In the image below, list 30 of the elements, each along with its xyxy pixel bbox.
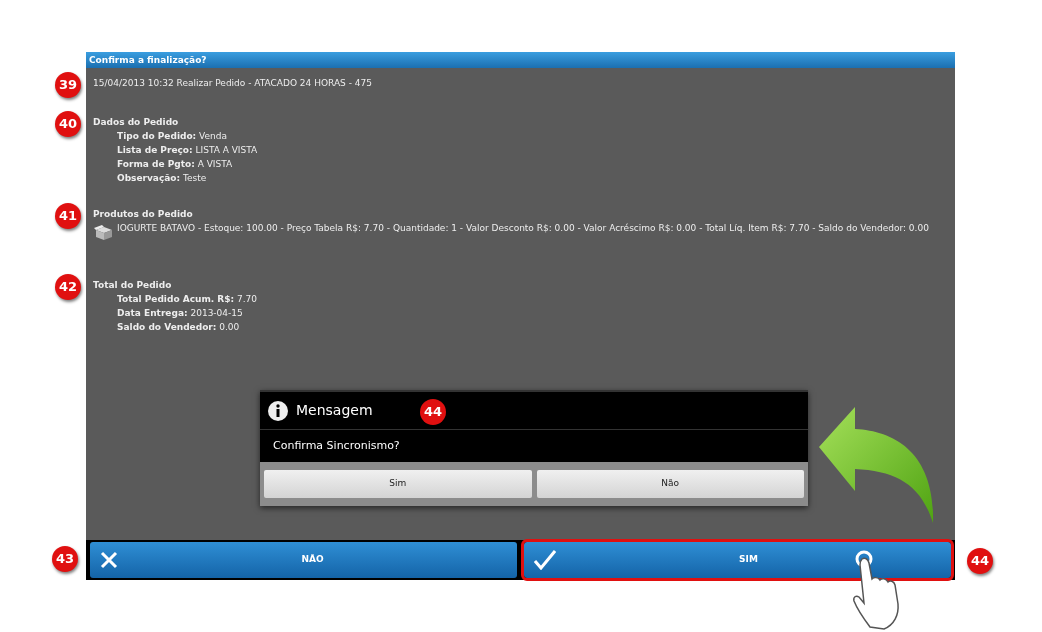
order-header: 15/04/2013 10:32 Realizar Pedido - ATACADO 24 HORAS - 475 xyxy=(93,78,372,88)
field-row-text: Total Pedido Acum. R$: 7.70 xyxy=(116,292,259,306)
field-row-text: Lista de Preço: LISTA A VISTA xyxy=(116,143,259,157)
dialog-message: Confirma Sincronismo? xyxy=(272,437,401,454)
close-icon xyxy=(100,551,118,569)
section-title: Total do Pedido xyxy=(93,278,173,292)
box-icon xyxy=(93,223,115,240)
callout-badge: 41 xyxy=(55,202,81,229)
callout-badge: 44 xyxy=(967,548,993,574)
callout-badge: 39 xyxy=(55,72,81,98)
field-row-text: Observação: Teste xyxy=(116,171,208,185)
info-icon xyxy=(268,400,288,421)
callout-badge: 44 xyxy=(420,399,446,425)
field-row-text: Tipo do Pedido: Venda xyxy=(116,129,228,143)
field-row-text: Data Entrega: 2013-04-15 xyxy=(116,306,244,320)
callout-badge: 40 xyxy=(55,110,81,137)
section-title: Dados do Pedido xyxy=(93,115,180,129)
dialog-button[interactable]: Não xyxy=(536,470,804,498)
confirm-button[interactable]: SIM xyxy=(524,542,951,578)
callout-badge: 42 xyxy=(55,273,81,300)
checkmark-icon xyxy=(534,550,556,570)
cancel-button[interactable]: NÃO xyxy=(90,542,517,578)
field-row-text: Forma de Pgto: A VISTA xyxy=(116,157,234,171)
dialog-title: Mensagem xyxy=(296,401,373,420)
field-row-text: Saldo do Vendedor: 0.00 xyxy=(116,320,241,334)
product-line: IOGURTE BATAVO - Estoque: 100.00 - Preço Tabela R$: 7.70 - Quantidade: 1 - Valor Desconto R$: 0.00 - Valor Acréscimo R$: 0.00 - Total Líq. Item R$: 7.70 - Saldo do Vendedor: 0.00 xyxy=(117,221,929,235)
dialog-button[interactable]: Sim xyxy=(264,470,532,498)
section-title: Produtos do Pedido xyxy=(93,207,194,221)
callout-badge: 43 xyxy=(52,546,78,572)
title-bar: Confirma a finalização? xyxy=(86,52,955,68)
